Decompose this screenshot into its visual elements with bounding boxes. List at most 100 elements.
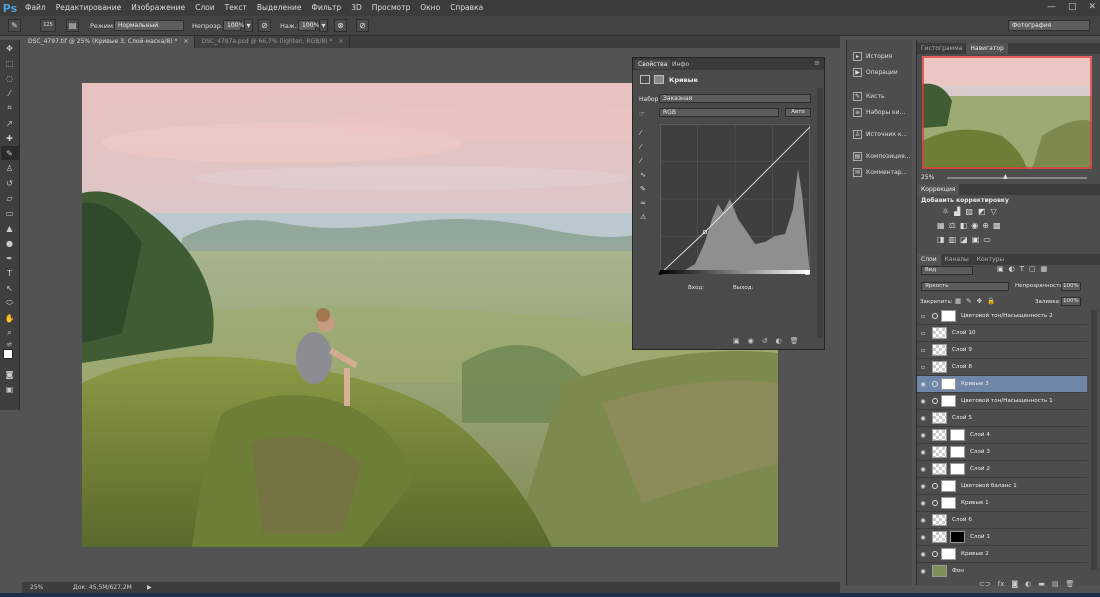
layer-row[interactable]: ◉ Слой 3 [917, 444, 1087, 461]
dock-clone-source[interactable]: ♙ Источник к... [847, 126, 912, 142]
properties-scrollbar[interactable] [817, 88, 823, 338]
visibility-eye-icon[interactable]: ▫ [917, 330, 929, 337]
posterize-icon[interactable]: ▥ [949, 235, 957, 244]
layer-mask-thumbnail[interactable] [941, 480, 956, 492]
layer-row[interactable]: ◉ Слой 4 [917, 427, 1087, 444]
layer-row[interactable]: ◉ Кривые 2 [917, 546, 1087, 563]
layers-scrollbar[interactable] [1091, 310, 1097, 570]
workspace-select[interactable]: Фотография [1008, 20, 1090, 31]
visibility-eye-icon[interactable]: ◉ [917, 500, 929, 507]
mask-icon[interactable] [654, 75, 664, 84]
delete-layer-icon[interactable]: 🗑 [1066, 580, 1075, 588]
filter-pixel-icon[interactable]: ▣ [997, 265, 1004, 273]
panel-menu-icon[interactable]: ≡ [814, 59, 820, 67]
levels-icon[interactable]: ▟ [954, 207, 960, 216]
black-white-icon[interactable]: ◧ [960, 221, 968, 230]
healing-brush-tool-icon[interactable]: ✚ [1, 131, 19, 145]
filter-shape-icon[interactable]: ▢ [1029, 265, 1036, 273]
dock-brush-presets[interactable]: ≡ Наборы ки... [847, 104, 912, 120]
view-previous-icon[interactable]: ◉ [748, 337, 754, 345]
close-button[interactable]: ✕ [1088, 2, 1096, 12]
reset-icon[interactable]: ↺ [762, 337, 768, 345]
menu-view[interactable]: Просмотр [367, 0, 416, 16]
layer-row[interactable]: ▫ Слой 10 [917, 325, 1087, 342]
visibility-eye-icon[interactable]: ◉ [917, 449, 929, 456]
layer-thumbnail[interactable] [932, 463, 947, 475]
opacity-dropdown-icon[interactable]: ▾ [244, 19, 253, 32]
tab-paths[interactable]: Контуры [973, 254, 1008, 265]
link-layers-icon[interactable]: ⊂⊃ [979, 580, 991, 588]
pencil-draw-icon[interactable]: ✎ [640, 182, 646, 196]
layer-mask-thumbnail[interactable] [941, 395, 956, 407]
dock-notes[interactable]: ✉ Комментар... [847, 164, 912, 180]
visibility-eye-icon[interactable]: ◉ [917, 551, 929, 558]
vibrance-icon[interactable]: ▽ [990, 207, 996, 216]
color-lookup-icon[interactable]: ▩ [993, 221, 1001, 230]
type-tool-icon[interactable]: T [1, 266, 19, 280]
move-tool-icon[interactable]: ✥ [1, 41, 19, 55]
visibility-eye-icon[interactable]: ◉ [917, 398, 929, 405]
white-point-eyedropper-icon[interactable]: ⁄ [640, 154, 646, 168]
pressure-size-icon[interactable]: ⊘ [356, 19, 369, 32]
toggle-visibility-icon[interactable]: ◐ [776, 337, 782, 345]
auto-button[interactable]: Авто [785, 108, 811, 117]
maximize-button[interactable]: □ [1068, 2, 1077, 12]
lock-pixels-icon[interactable]: ✎ [966, 297, 971, 305]
clipping-warning-icon[interactable]: ⚠ [640, 210, 646, 224]
layer-thumbnail[interactable] [932, 344, 947, 356]
tab-histogram[interactable]: Гистограмма [917, 43, 966, 54]
curves-icon[interactable]: ▨ [965, 207, 973, 216]
visibility-eye-icon[interactable]: ◉ [917, 483, 929, 490]
new-adjustment-icon[interactable]: ◐ [1025, 580, 1031, 588]
delete-adjustment-icon[interactable]: 🗑 [790, 337, 799, 345]
menu-window[interactable]: Окно [415, 0, 445, 16]
layer-thumbnail[interactable] [932, 446, 947, 458]
tab-dsc-4797-tif[interactable]: DSC_4797.tif @ 25% (Кривые 3, Слой-маска… [22, 36, 196, 48]
foreground-color[interactable] [2, 349, 13, 359]
lock-position-icon[interactable]: ✥ [977, 297, 982, 305]
visibility-eye-icon[interactable]: ◉ [917, 534, 929, 541]
marquee-tool-icon[interactable]: ⬚ [1, 56, 19, 70]
quick-mask-icon[interactable]: ◙ [1, 367, 19, 381]
curves-graph[interactable] [660, 124, 810, 274]
opacity-field[interactable]: 100% [223, 20, 244, 31]
layer-row[interactable]: ▫ Слой 8 [917, 359, 1087, 376]
layer-row[interactable]: ▫ Слой 9 [917, 342, 1087, 359]
zoom-tool-icon[interactable]: ⌕ [1, 326, 19, 340]
menu-filter[interactable]: Фильтр [307, 0, 347, 16]
blend-mode-select[interactable]: Яркость [921, 282, 1009, 291]
status-menu-icon[interactable]: ▶ [147, 584, 152, 591]
lock-transparency-icon[interactable]: ▦ [955, 297, 961, 305]
layer-thumbnail[interactable] [932, 361, 947, 373]
curve-edit-icon[interactable]: ∿ [640, 168, 646, 182]
filter-smart-icon[interactable]: ▦ [1041, 265, 1048, 273]
menu-type[interactable]: Текст [220, 0, 252, 16]
layer-style-icon[interactable]: fx [998, 580, 1005, 588]
tab-layers[interactable]: Слои [917, 254, 941, 265]
layer-mask-thumbnail[interactable] [950, 463, 965, 475]
layer-opacity-field[interactable]: 100% [1061, 282, 1081, 291]
photo-filter-icon[interactable]: ◉ [971, 221, 978, 230]
black-point-eyedropper-icon[interactable]: ⁄ [640, 126, 646, 140]
layer-row[interactable]: ◉ Кривые 3 [917, 376, 1087, 393]
color-swatches[interactable] [1, 348, 19, 366]
exposure-icon[interactable]: ◩ [978, 207, 986, 216]
color-balance-icon[interactable]: ⚖ [949, 221, 956, 230]
dock-history[interactable]: ▸ История [847, 48, 912, 64]
layer-thumbnail[interactable] [932, 327, 947, 339]
channel-select[interactable]: RGB [659, 108, 779, 117]
flow-field[interactable]: 100% [298, 20, 319, 31]
eyedropper-tool-icon[interactable]: ↗ [1, 116, 19, 130]
layer-mask-thumbnail[interactable] [950, 429, 965, 441]
menu-image[interactable]: Изображение [126, 0, 190, 16]
history-brush-tool-icon[interactable]: ↺ [1, 176, 19, 190]
channel-mixer-icon[interactable]: ⊕ [982, 221, 989, 230]
brush-tool-preset-icon[interactable]: ✎ [8, 19, 21, 32]
filter-adjustment-icon[interactable]: ◐ [1009, 265, 1015, 273]
layer-thumbnail[interactable] [932, 514, 947, 526]
layer-thumbnail[interactable] [932, 565, 947, 577]
visibility-eye-icon[interactable]: ▫ [917, 364, 929, 371]
tab-info[interactable]: Инфо [669, 60, 692, 69]
layer-thumbnail[interactable] [932, 429, 947, 441]
hue-saturation-icon[interactable]: ▦ [937, 221, 945, 230]
